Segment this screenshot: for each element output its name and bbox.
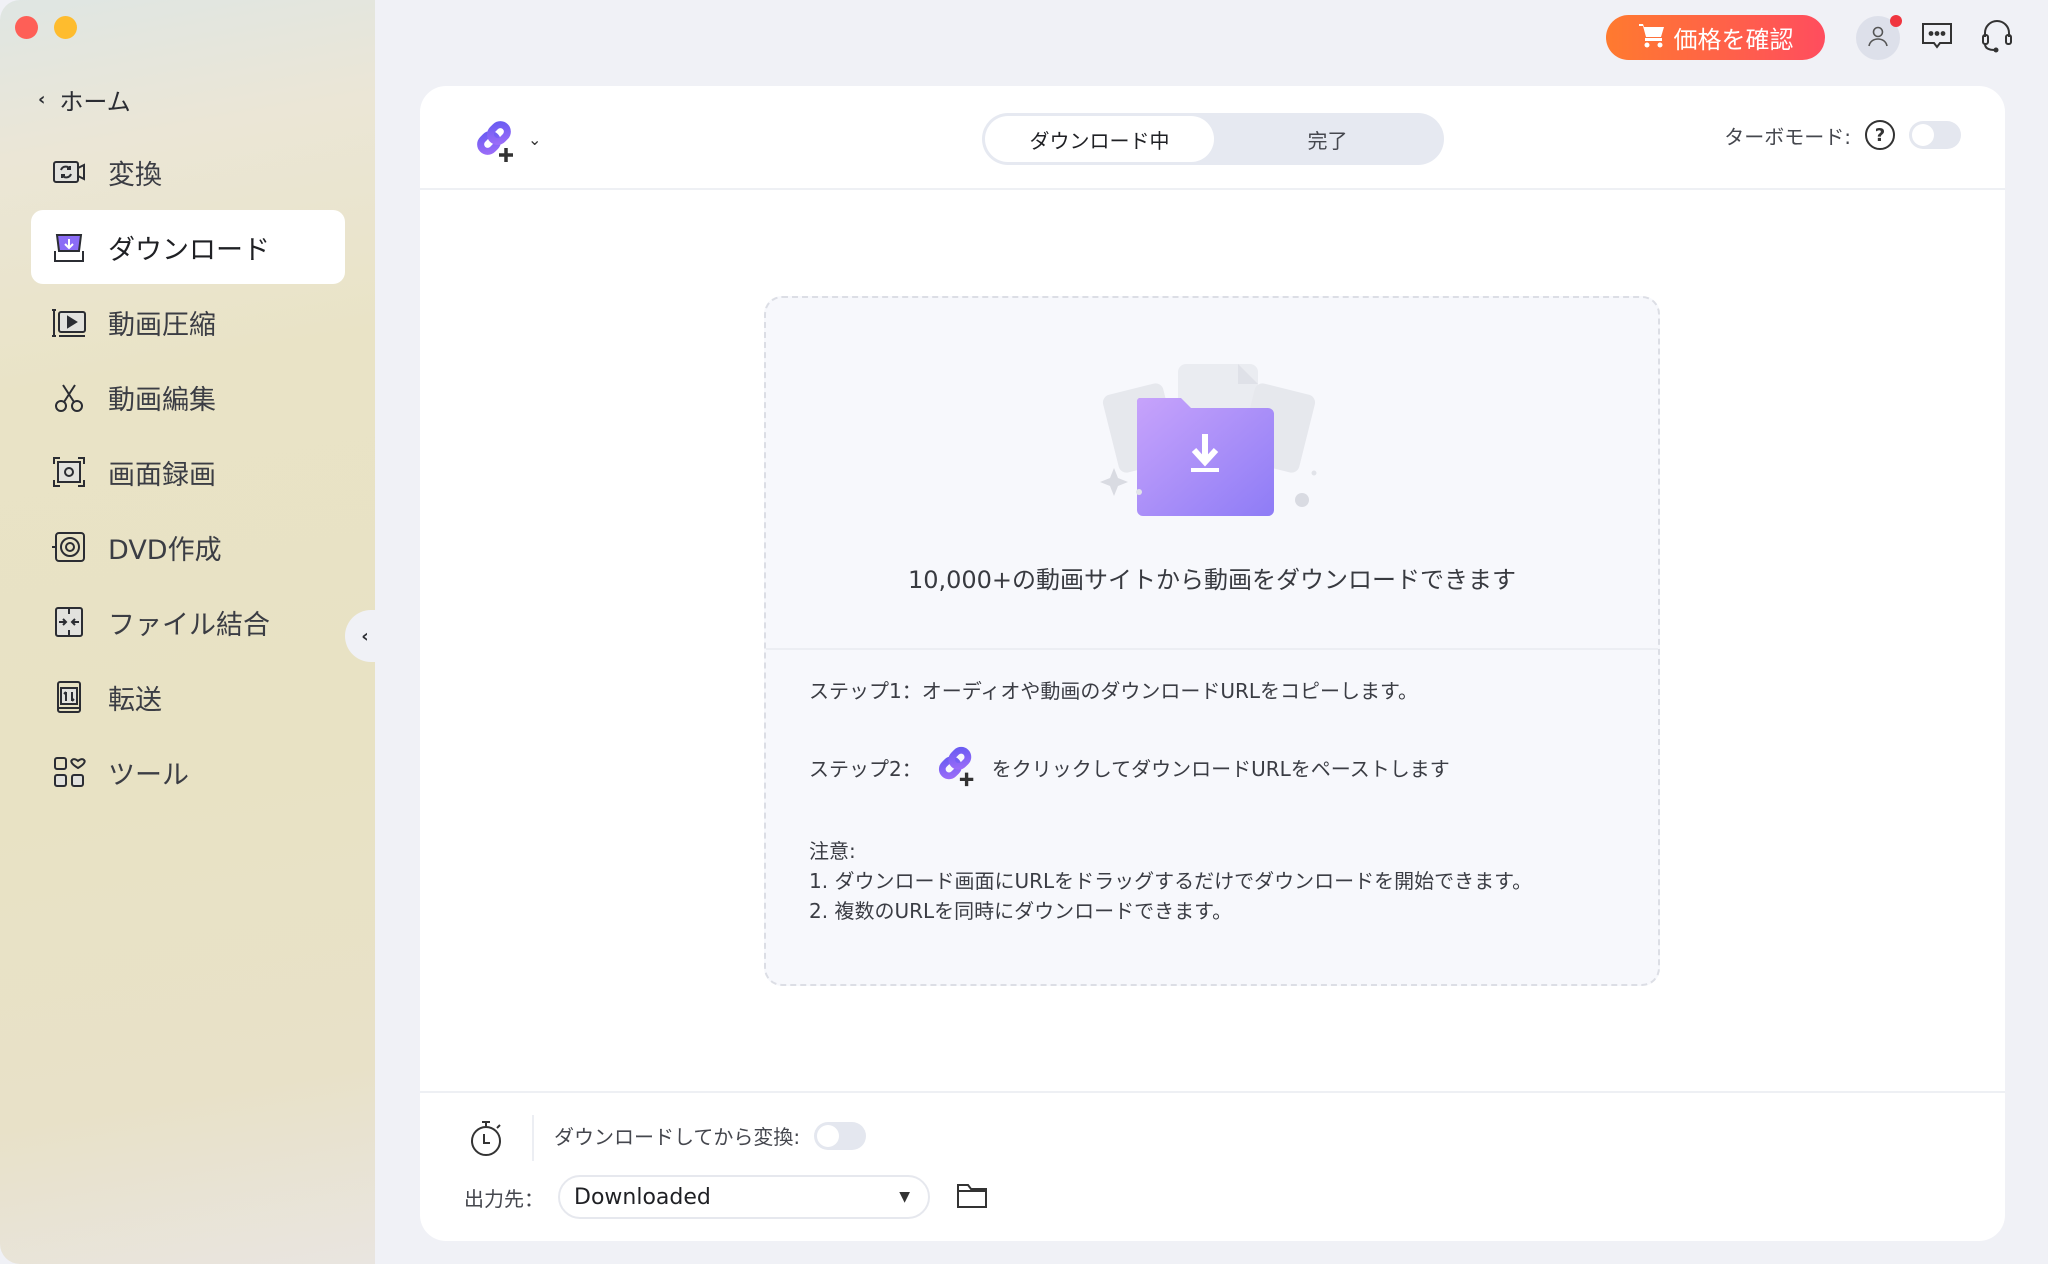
sidebar-item-transfer[interactable]: 転送: [31, 660, 345, 734]
turbo-mode-toggle[interactable]: [1909, 121, 1961, 149]
download-panel: ⌄ ダウンロード中 完了 ターボモード: ? 10,000+の動画サイトから動画…: [420, 86, 2005, 1241]
step-2-prefix: ステップ2：: [809, 757, 922, 781]
step-2: ステップ2： をクリックしてダウンロードURLをペーストします: [809, 742, 1532, 796]
sidebar-item-tools[interactable]: ツール: [31, 735, 345, 809]
drop-area-title: 10,000+の動画サイトから動画をダウンロードできます: [907, 566, 1517, 594]
sidebar-item-dvd[interactable]: DVD作成: [31, 510, 345, 584]
convert-after-download: ダウンロードしてから変換:: [554, 1121, 867, 1150]
sidebar-item-label: 動画圧縮: [108, 309, 216, 341]
note-item: 1. ダウンロード画面にURLをドラッグするだけでダウンロードを開始できます。: [809, 869, 1533, 893]
scissors-icon: [50, 378, 88, 416]
sidebar-item-label: 変換: [108, 159, 162, 191]
sidebar-item-merge[interactable]: ファイル結合: [31, 585, 345, 659]
window-controls: [15, 16, 77, 39]
check-price-button[interactable]: 価格を確認: [1606, 15, 1825, 60]
step-2-suffix: をクリックしてダウンロードURLをペーストします: [991, 757, 1450, 781]
merge-icon: [50, 603, 88, 641]
chat-icon: [1921, 21, 1953, 55]
transfer-icon: [50, 678, 88, 716]
download-status-tabs: ダウンロード中 完了: [982, 113, 1444, 165]
chevron-left-icon: ‹: [361, 625, 369, 647]
output-location: 出力先： Downloaded ▼: [464, 1175, 988, 1219]
help-icon[interactable]: ?: [1865, 120, 1895, 150]
sidebar-item-compress[interactable]: 動画圧縮: [31, 285, 345, 359]
user-icon: [1866, 24, 1890, 52]
tools-icon: [50, 753, 88, 791]
note-title: 注意:: [809, 839, 856, 863]
chevron-down-icon: ▼: [899, 1189, 910, 1205]
feedback-button[interactable]: [1916, 17, 1958, 59]
sidebar-item-convert[interactable]: 変換: [31, 135, 345, 209]
minimize-window-button[interactable]: [54, 16, 77, 39]
output-label: 出力先：: [464, 1186, 544, 1211]
sidebar-item-label: ツール: [108, 759, 189, 791]
folder-icon: [956, 1183, 988, 1214]
sidebar-nav: 変換 ダウンロード 動画圧縮 動画編集 画面録画 DVD作成 ファイル結合 転送…: [31, 135, 345, 810]
screen-record-icon: [50, 453, 88, 491]
tab-finished[interactable]: 完了: [1214, 116, 1441, 162]
divider: [766, 648, 1658, 650]
output-folder-value: Downloaded: [574, 1184, 711, 1210]
panel-header: ⌄ ダウンロード中 完了 ターボモード: ?: [420, 86, 2005, 190]
open-folder-button[interactable]: [956, 1181, 988, 1214]
sidebar-item-label: 転送: [108, 684, 162, 716]
instructions: ステップ1：オーディオや動画のダウンロードURLをコピーします。 ステップ2： …: [809, 676, 1532, 926]
convert-after-download-toggle[interactable]: [814, 1121, 867, 1150]
step-1-text: ステップ1：オーディオや動画のダウンロードURLをコピーします。: [809, 679, 1419, 703]
divider: [532, 1115, 534, 1161]
scheduled-download-button[interactable]: [468, 1119, 504, 1161]
sidebar-item-label: ダウンロード: [108, 234, 270, 266]
sidebar-item-label: 動画編集: [108, 384, 216, 416]
home-label: ホーム: [59, 88, 131, 116]
check-price-label: 価格を確認: [1673, 26, 1794, 54]
output-folder-select[interactable]: Downloaded ▼: [558, 1175, 930, 1219]
convert-after-download-label: ダウンロードしてから変換:: [554, 1125, 801, 1149]
compress-icon: [50, 303, 88, 341]
turbo-mode-label: ターボモード:: [1724, 124, 1851, 149]
home-link[interactable]: ‹ ホーム: [38, 82, 131, 117]
sidebar-item-label: 画面録画: [108, 459, 216, 491]
close-window-button[interactable]: [15, 16, 38, 39]
link-add-icon: [472, 116, 520, 168]
sidebar-item-screen-record[interactable]: 画面録画: [31, 435, 345, 509]
dvd-icon: [50, 528, 88, 566]
sidebar-item-label: ファイル結合: [108, 609, 270, 641]
note-item: 2. 複数のURLを同時にダウンロードできます。: [809, 899, 1233, 923]
timer-icon: [468, 1121, 504, 1161]
link-add-icon: [934, 742, 980, 796]
url-drop-area[interactable]: 10,000+の動画サイトから動画をダウンロードできます ステップ1：オーディオ…: [764, 296, 1660, 986]
tab-downloading[interactable]: ダウンロード中: [985, 116, 1214, 162]
download-folder-illustration: [1084, 358, 1334, 518]
chevron-left-icon: ‹: [38, 89, 46, 110]
notification-dot: [1890, 15, 1902, 27]
convert-icon: [50, 153, 88, 191]
chevron-down-icon[interactable]: ⌄: [528, 130, 541, 149]
sidebar-item-download[interactable]: ダウンロード: [31, 210, 345, 284]
download-icon: [50, 228, 88, 266]
sidebar-item-edit[interactable]: 動画編集: [31, 360, 345, 434]
turbo-mode: ターボモード: ?: [1724, 120, 1961, 150]
sidebar-item-label: DVD作成: [108, 534, 222, 566]
headset-icon: [1981, 19, 2013, 57]
app-window: ‹ ホーム 変換 ダウンロード 動画圧縮 動画編集 画面録画 DVD作成 ファイ…: [0, 0, 2048, 1264]
panel-footer: ダウンロードしてから変換: 出力先： Downloaded ▼: [420, 1091, 2005, 1241]
support-button[interactable]: [1976, 17, 2018, 59]
user-avatar-button[interactable]: [1856, 15, 1902, 60]
paste-url-button[interactable]: ⌄: [472, 116, 541, 168]
sidebar: ‹ ホーム 変換 ダウンロード 動画圧縮 動画編集 画面録画 DVD作成 ファイ…: [0, 0, 375, 1264]
cart-icon: [1638, 22, 1666, 54]
